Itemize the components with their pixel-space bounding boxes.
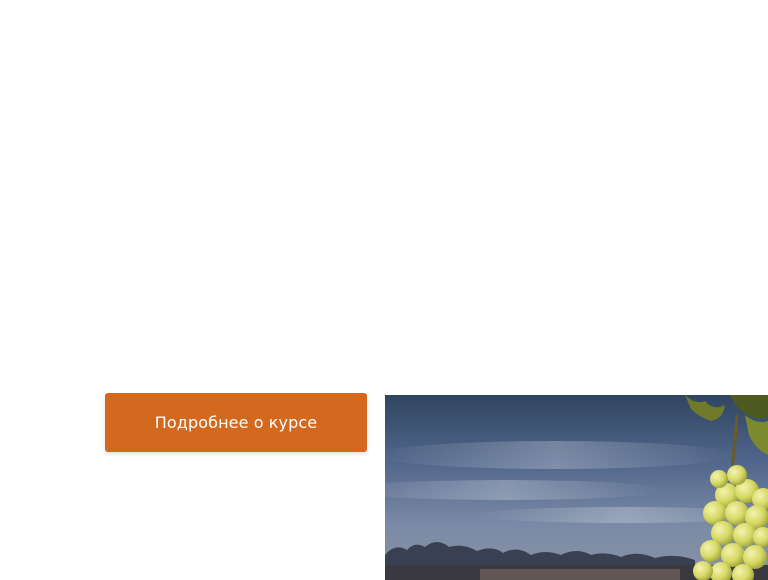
page: Подробнее о курсе [0, 0, 768, 580]
vineyard-photo [385, 395, 768, 580]
vineyard-illustration [385, 395, 768, 580]
cloud-streak [385, 441, 735, 469]
field-strip [480, 569, 680, 580]
course-details-button[interactable]: Подробнее о курсе [105, 393, 367, 452]
